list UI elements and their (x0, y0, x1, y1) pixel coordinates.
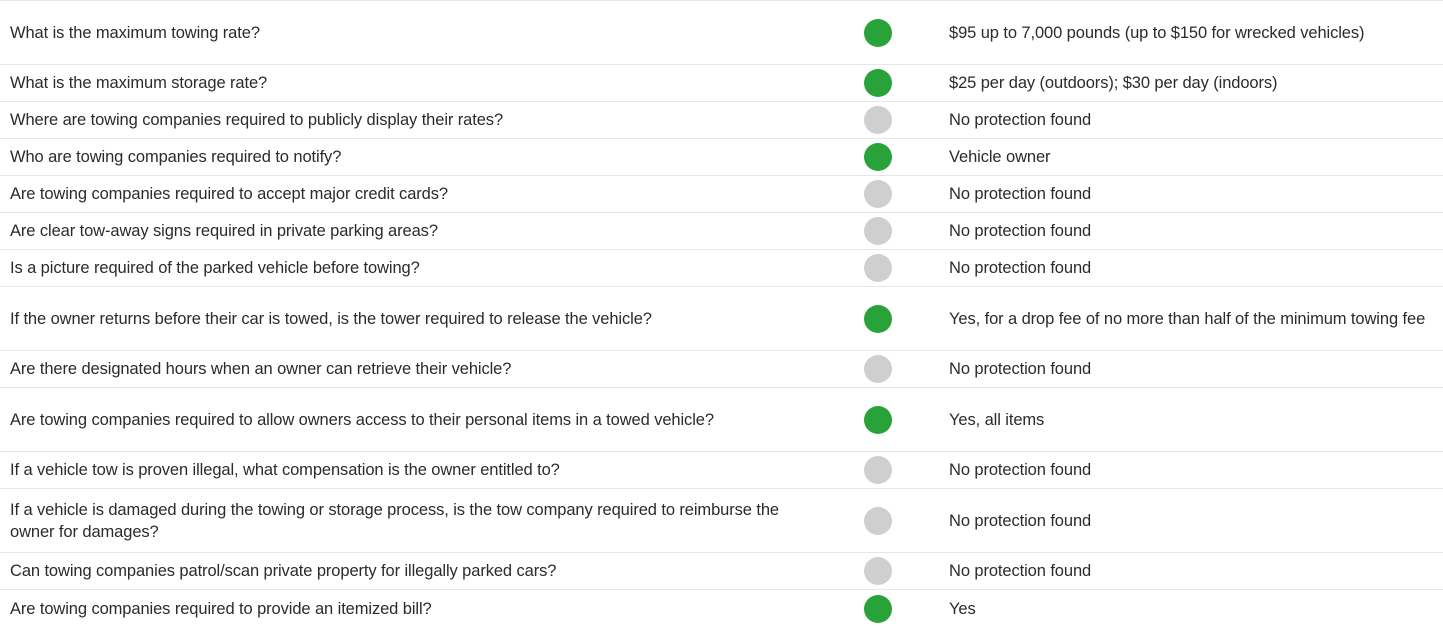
answer-text: Yes, for a drop fee of no more than half… (949, 309, 1426, 328)
question-text: If the owner returns before their car is… (10, 309, 652, 328)
table-row: Are towing companies required to allow o… (0, 388, 1443, 452)
table-row: Is a picture required of the parked vehi… (0, 250, 1443, 287)
table-row: Can towing companies patrol/scan private… (0, 553, 1443, 590)
table-row: Are towing companies required to provide… (0, 590, 1443, 627)
status-dot-icon (864, 143, 892, 171)
table-row: Are clear tow-away signs required in pri… (0, 213, 1443, 250)
status-dot-icon (864, 18, 892, 47)
question-text: Are towing companies required to allow o… (10, 410, 714, 429)
answer-text: No protection found (949, 562, 1092, 580)
status-dot-icon (864, 304, 892, 333)
status-dot-icon (864, 69, 892, 97)
towing-protections-table: What is the maximum towing rate? $95 up … (0, 0, 1443, 623)
status-dot-icon (864, 405, 892, 434)
answer-text: No protection found (949, 111, 1092, 129)
status-dot-icon (864, 557, 892, 585)
answer-text: No protection found (949, 461, 1092, 479)
status-dot-icon (864, 456, 892, 484)
question-text: Who are towing companies required to not… (10, 148, 342, 166)
question-text: Are clear tow-away signs required in pri… (10, 222, 438, 240)
status-dot-icon (864, 254, 892, 282)
table-row: Where are towing companies required to p… (0, 102, 1443, 139)
answer-text: No protection found (949, 360, 1092, 378)
answer-text: No protection found (949, 222, 1092, 240)
status-dot-icon (864, 355, 892, 383)
answer-text: $25 per day (outdoors); $30 per day (ind… (949, 74, 1278, 92)
table-row: If the owner returns before their car is… (0, 287, 1443, 351)
question-text: Are there designated hours when an owner… (10, 360, 512, 378)
question-text: What is the maximum towing rate? (10, 23, 260, 42)
question-text: Can towing companies patrol/scan private… (10, 562, 557, 580)
question-text: Is a picture required of the parked vehi… (10, 259, 420, 277)
question-text: If a vehicle is damaged during the towin… (10, 500, 779, 541)
answer-text: No protection found (949, 511, 1092, 530)
question-text: Where are towing companies required to p… (10, 111, 504, 129)
table-row: What is the maximum storage rate? $25 pe… (0, 65, 1443, 102)
answer-text: $95 up to 7,000 pounds (up to $150 for w… (949, 23, 1365, 42)
table-row: Are towing companies required to accept … (0, 176, 1443, 213)
question-text: What is the maximum storage rate? (10, 74, 268, 92)
answer-text: Yes (949, 599, 976, 618)
status-dot-icon (864, 180, 892, 208)
table-row: What is the maximum towing rate? $95 up … (0, 1, 1443, 65)
question-text: If a vehicle tow is proven illegal, what… (10, 461, 560, 479)
table-row: If a vehicle tow is proven illegal, what… (0, 452, 1443, 489)
answer-text: Yes, all items (949, 410, 1045, 429)
answer-text: No protection found (949, 185, 1092, 203)
status-dot-icon (864, 217, 892, 245)
table-row: If a vehicle is damaged during the towin… (0, 489, 1443, 553)
answer-text: No protection found (949, 259, 1092, 277)
question-text: Are towing companies required to provide… (10, 599, 432, 618)
status-dot-icon (864, 106, 892, 134)
status-dot-icon (864, 506, 892, 535)
question-text: Are towing companies required to accept … (10, 185, 448, 203)
answer-text: Vehicle owner (949, 148, 1051, 166)
table-row: Are there designated hours when an owner… (0, 351, 1443, 388)
table-row: Who are towing companies required to not… (0, 139, 1443, 176)
status-dot-icon (864, 594, 892, 623)
